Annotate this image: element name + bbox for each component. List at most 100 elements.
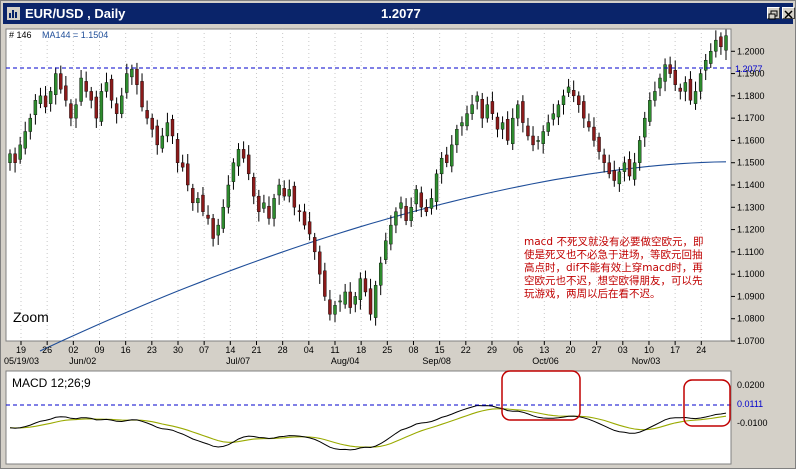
candle-body[interactable] <box>338 300 342 303</box>
candle-body[interactable] <box>241 149 246 159</box>
candle-body[interactable] <box>414 189 418 205</box>
candle-body[interactable] <box>582 101 586 119</box>
candle-body[interactable] <box>69 103 73 119</box>
candle-body[interactable] <box>602 154 606 163</box>
candle-body[interactable] <box>546 122 550 132</box>
candle-body[interactable] <box>511 117 515 144</box>
candle-body[interactable] <box>622 162 627 172</box>
candle-body[interactable] <box>703 60 708 71</box>
candle-body[interactable] <box>267 205 271 219</box>
candle-body[interactable] <box>221 207 225 229</box>
candle-body[interactable] <box>460 122 464 127</box>
candle-body[interactable] <box>378 262 383 286</box>
candle-body[interactable] <box>140 81 144 108</box>
candle-body[interactable] <box>323 270 327 297</box>
candle-body[interactable] <box>135 68 139 85</box>
candle-body[interactable] <box>125 73 129 93</box>
candle-body[interactable] <box>109 78 114 101</box>
title-bar[interactable]: EUR/USD , Daily 1.2077 <box>3 3 795 24</box>
candle-body[interactable] <box>99 91 104 122</box>
restore-button[interactable] <box>767 7 780 20</box>
candle-body[interactable] <box>653 91 657 101</box>
candle-body[interactable] <box>23 131 27 149</box>
candle-body[interactable] <box>683 82 688 92</box>
candle-body[interactable] <box>54 73 58 95</box>
candle-body[interactable] <box>312 237 317 253</box>
candle-body[interactable] <box>643 117 647 138</box>
candle-body[interactable] <box>505 119 510 141</box>
candle-body[interactable] <box>318 251 322 275</box>
candle-body[interactable] <box>13 153 17 163</box>
candle-body[interactable] <box>373 285 378 318</box>
candle-body[interactable] <box>282 188 286 197</box>
candle-body[interactable] <box>216 224 220 236</box>
candle-body[interactable] <box>201 194 205 212</box>
candle-body[interactable] <box>74 104 78 119</box>
candle-body[interactable] <box>607 162 611 175</box>
candle-body[interactable] <box>191 188 195 204</box>
candle-body[interactable] <box>287 189 291 197</box>
candle-body[interactable] <box>307 221 312 235</box>
candle-body[interactable] <box>475 95 479 102</box>
candle-body[interactable] <box>348 291 352 308</box>
candle-body[interactable] <box>175 139 180 163</box>
candle-body[interactable] <box>480 98 484 119</box>
candle-body[interactable] <box>368 288 373 315</box>
candle-body[interactable] <box>673 70 677 85</box>
candle-body[interactable] <box>33 100 38 115</box>
candle-body[interactable] <box>84 81 88 92</box>
candle-body[interactable] <box>130 68 134 78</box>
candle-body[interactable] <box>343 291 347 305</box>
candle-body[interactable] <box>597 136 601 152</box>
candle-body[interactable] <box>485 104 490 119</box>
candle-body[interactable] <box>8 153 12 163</box>
candle-body[interactable] <box>246 154 251 175</box>
candle-body[interactable] <box>556 104 561 118</box>
candle-body[interactable] <box>48 91 53 104</box>
candle-body[interactable] <box>38 95 43 104</box>
candle-body[interactable] <box>434 173 439 202</box>
candle-body[interactable] <box>104 82 109 92</box>
candle-body[interactable] <box>419 192 424 208</box>
candle-body[interactable] <box>439 158 444 175</box>
candle-body[interactable] <box>668 64 672 74</box>
candle-body[interactable] <box>292 185 297 208</box>
candle-body[interactable] <box>719 36 723 48</box>
candle-body[interactable] <box>465 113 469 127</box>
candle-body[interactable] <box>409 207 413 221</box>
candle-body[interactable] <box>399 202 403 209</box>
candle-body[interactable] <box>277 184 281 196</box>
candle-body[interactable] <box>18 144 22 160</box>
candle-body[interactable] <box>79 77 83 102</box>
candle-body[interactable] <box>180 162 185 168</box>
candle-body[interactable] <box>698 73 703 92</box>
candle-body[interactable] <box>389 224 393 245</box>
macd-panel[interactable] <box>5 370 732 465</box>
candle-body[interactable] <box>566 86 571 93</box>
candle-body[interactable] <box>561 95 566 105</box>
candle-body[interactable] <box>521 101 525 123</box>
candle-body[interactable] <box>165 122 170 137</box>
candle-body[interactable] <box>272 198 276 219</box>
candle-body[interactable] <box>714 39 718 52</box>
candle-body[interactable] <box>424 207 429 212</box>
candle-body[interactable] <box>516 104 520 119</box>
candle-body[interactable] <box>114 103 119 114</box>
candle-body[interactable] <box>231 162 236 182</box>
candle-body[interactable] <box>89 91 93 101</box>
candle-body[interactable] <box>678 87 682 92</box>
candle-body[interactable] <box>536 140 540 142</box>
candle-body[interactable] <box>500 122 505 130</box>
candle-body[interactable] <box>358 278 363 300</box>
candle-body[interactable] <box>120 95 124 114</box>
chart-canvas[interactable]: 1.20001.19001.18001.17001.16001.15001.14… <box>4 26 792 468</box>
candle-body[interactable] <box>592 126 596 141</box>
candle-body[interactable] <box>28 117 33 132</box>
candle-body[interactable] <box>206 214 210 219</box>
candle-body[interactable] <box>693 91 698 104</box>
candle-body[interactable] <box>328 299 332 315</box>
candle-body[interactable] <box>252 176 256 197</box>
candle-body[interactable] <box>170 119 175 137</box>
candle-body[interactable] <box>551 113 556 120</box>
candle-body[interactable] <box>571 90 576 97</box>
